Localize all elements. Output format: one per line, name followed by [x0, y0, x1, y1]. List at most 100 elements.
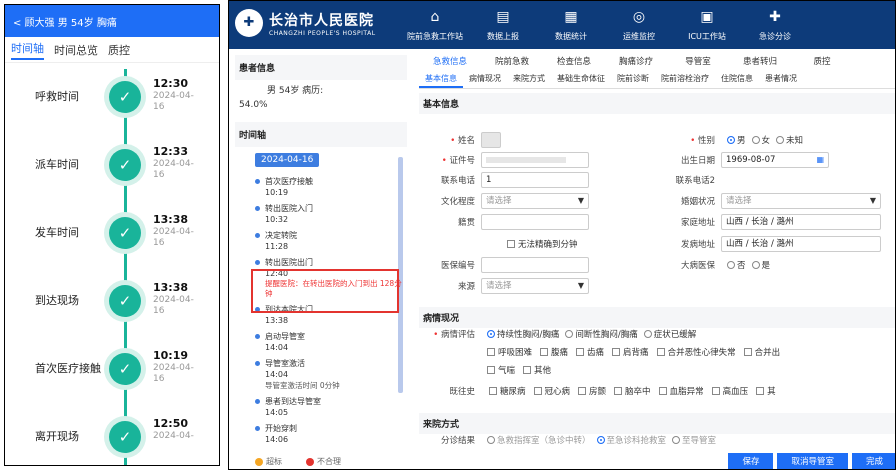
symptom-checkbox[interactable]	[656, 347, 665, 356]
native-input[interactable]	[481, 213, 589, 230]
top-navigation-bar: ✚ 长治市人民医院 CHANGZHI PEOPLE'S HOSPITAL ⌂ 院…	[229, 1, 895, 49]
event-time: 12:50	[153, 417, 189, 430]
assess-intermittent-radio[interactable]	[565, 329, 574, 338]
subtab-vitals[interactable]: 基础生命体征	[551, 71, 611, 88]
subtab-thrombolysis[interactable]: 院前溶栓治疗	[655, 71, 715, 88]
symptom-checkbox[interactable]	[576, 347, 585, 356]
timeline-event[interactable]: 呼救时间 ✓ 12:30 2024-04-16	[5, 67, 219, 127]
symptom-checkbox[interactable]	[487, 347, 495, 356]
education-select[interactable]: 请选择 ▼	[481, 192, 589, 209]
source-select[interactable]: 请选择 ▼	[481, 277, 589, 294]
patient-info: 男 54岁 病历: 54.0%	[235, 80, 407, 110]
tab-time-overview[interactable]: 时间总览	[54, 42, 98, 58]
insurance-no-radio[interactable]	[727, 260, 735, 269]
nav-triage[interactable]: ✚ 急诊分诊	[741, 1, 809, 49]
tab-exam[interactable]: 检查信息	[543, 55, 605, 71]
history-checkbox[interactable]	[578, 386, 587, 395]
timeline-event[interactable]: 离开现场 ✓ 12:50 2024-04-	[5, 407, 219, 465]
history-checkbox[interactable]	[756, 386, 765, 395]
nav-monitoring[interactable]: ◎ 运维监控	[605, 1, 673, 49]
timeline-entry[interactable]: 首次医疗接触 10:19	[255, 176, 405, 198]
complete-button[interactable]: 完成	[851, 453, 895, 469]
nav-data-report[interactable]: ▤ 数据上报	[469, 1, 537, 49]
symptom-checkbox[interactable]	[487, 365, 495, 374]
patient-info-title: 患者信息	[235, 55, 407, 80]
calendar-icon: ▦	[816, 154, 824, 164]
monitor-icon: ◎	[632, 9, 646, 25]
patient-summary: 男 54岁 病历:	[267, 86, 324, 96]
subtab-patient[interactable]: 患者情况	[759, 71, 803, 88]
marital-select[interactable]: 请选择 ▼	[721, 192, 881, 209]
symptom-checkbox[interactable]	[523, 365, 532, 374]
source-row: 来源 请选择 ▼	[419, 277, 589, 294]
nav-prehospital[interactable]: ⌂ 院前急救工作站	[401, 1, 469, 49]
history-checkbox[interactable]	[533, 386, 542, 395]
symptom-checkbox[interactable]	[612, 347, 621, 356]
check-icon: ✓	[109, 149, 141, 181]
insurance-input[interactable]	[481, 256, 589, 273]
phone-input[interactable]: 1	[481, 171, 589, 188]
gender-unknown-radio[interactable]	[776, 135, 785, 144]
timeline-event[interactable]: 到达现场 ✓ 13:38 2024-04-16	[5, 271, 219, 331]
id-input[interactable]	[481, 151, 589, 168]
birth-date-input[interactable]: 1969-08-07 ▦	[721, 151, 829, 168]
timeline-entry[interactable]: 患者到达导管室 14:05	[255, 396, 405, 418]
chart-icon: ▦	[564, 9, 578, 25]
event-label: 呼救时间	[35, 90, 79, 103]
arrival-option-radio[interactable]	[672, 435, 681, 444]
timeline-event[interactable]: 发车时间 ✓ 13:38 2024-04-16	[5, 203, 219, 263]
history-checkbox[interactable]	[711, 386, 720, 395]
symptom-checkbox[interactable]	[743, 347, 752, 356]
arrival-option-radio[interactable]	[487, 435, 495, 444]
nav-icu[interactable]: ▣ ICU工作站	[673, 1, 741, 49]
subtab-admission[interactable]: 住院信息	[715, 71, 759, 88]
no-minute-checkbox[interactable]	[507, 239, 515, 248]
tab-quality[interactable]: 质控	[791, 55, 853, 71]
tab-outcome[interactable]: 患者转归	[729, 55, 791, 71]
onset-address-input[interactable]: 山西 / 长治 / 潞州	[721, 235, 881, 252]
timeline-entry[interactable]: 导管室激活 14:04 导管室激活时间 0分钟	[255, 358, 405, 391]
highlight-box	[251, 269, 399, 313]
subtab-condition[interactable]: 病情现况	[463, 71, 507, 88]
arrival-option-radio[interactable]	[596, 435, 605, 444]
name-input[interactable]	[481, 131, 501, 148]
timeline-entry[interactable]: 启动导管室 14:04	[255, 331, 405, 353]
tab-cath-lab[interactable]: 导管室	[667, 55, 729, 71]
subtab-basic[interactable]: 基本信息	[419, 71, 463, 88]
history-checkbox[interactable]	[614, 386, 623, 395]
history-checkbox[interactable]	[489, 386, 497, 395]
timeline-entry[interactable]: 开始穿刺 14:06	[255, 423, 405, 445]
timeline-entry[interactable]: 转出医院入门 10:32	[255, 203, 405, 225]
gender-male-radio[interactable]	[727, 135, 735, 144]
event-time: 10:19	[153, 349, 189, 362]
tab-emergency-info[interactable]: 急救信息	[419, 55, 481, 71]
save-button[interactable]: 保存	[728, 453, 774, 469]
tab-timeline[interactable]: 时间轴	[11, 40, 44, 60]
timeline-event[interactable]: 派车时间 ✓ 12:33 2024-04-16	[5, 135, 219, 195]
hospital-web-app: ✚ 长治市人民医院 CHANGZHI PEOPLE'S HOSPITAL ⌂ 院…	[228, 0, 896, 470]
symptom-checkbox[interactable]	[540, 347, 549, 356]
mobile-timeline: 呼救时间 ✓ 12:30 2024-04-16 派车时间 ✓ 12:33 202…	[5, 63, 219, 465]
nav-statistics[interactable]: ▦ 数据统计	[537, 1, 605, 49]
home-address-input[interactable]: 山西 / 长治 / 潞州	[721, 213, 881, 230]
gender-female-radio[interactable]	[751, 135, 760, 144]
tab-quality-control[interactable]: 质控	[108, 42, 130, 58]
subtab-diagnosis[interactable]: 院前诊断	[611, 71, 655, 88]
basic-info-section: 基本信息	[419, 93, 895, 114]
tab-chest-pain[interactable]: 胸痛诊疗	[605, 55, 667, 71]
insurance-yes-radio[interactable]	[751, 260, 760, 269]
subtab-arrival[interactable]: 来院方式	[507, 71, 551, 88]
form-footer: 保存 取消导管室 完成	[728, 453, 895, 469]
timeline-entry[interactable]: 决定转院 11:28	[255, 230, 405, 252]
timeline-date[interactable]: 2024-04-16	[255, 153, 320, 167]
assess-persistent-radio[interactable]	[487, 329, 495, 338]
mobile-header[interactable]: < 顾大强 男 54岁 胸痛	[5, 5, 219, 37]
event-label: 到达现场	[35, 294, 79, 307]
legend-dot-icon	[255, 457, 263, 466]
history-checkbox[interactable]	[658, 386, 667, 395]
event-label: 首次医疗接触	[35, 362, 101, 375]
tab-prehospital[interactable]: 院前急救	[481, 55, 543, 71]
timeline-event[interactable]: 首次医疗接触 ✓ 10:19 2024-04-16	[5, 339, 219, 399]
cancel-cath-lab-button[interactable]: 取消导管室	[777, 453, 848, 469]
assess-relieved-radio[interactable]	[643, 329, 652, 338]
